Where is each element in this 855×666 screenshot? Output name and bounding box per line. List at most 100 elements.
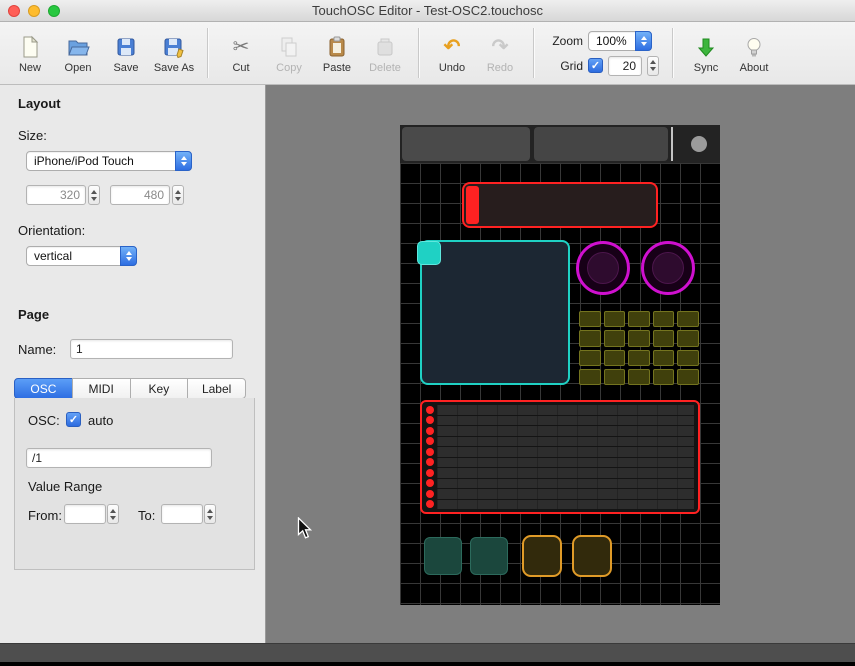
multitoggle-cell[interactable]: [579, 369, 601, 385]
range-from-stepper[interactable]: [107, 504, 119, 524]
multitoggle-grid[interactable]: [578, 310, 700, 386]
about-button[interactable]: About: [730, 26, 778, 80]
osc-address-input[interactable]: [26, 448, 212, 468]
push-button-control[interactable]: [424, 537, 462, 575]
multitoggle-cell[interactable]: [653, 330, 675, 346]
save-button[interactable]: Save: [102, 26, 150, 80]
layout-page-surface[interactable]: [400, 125, 720, 605]
save-as-icon: [162, 33, 186, 61]
grid-size-input[interactable]: [608, 56, 642, 76]
size-select[interactable]: iPhone/iPod Touch: [26, 151, 192, 171]
fader-dot[interactable]: [426, 479, 434, 487]
multitoggle-cell[interactable]: [604, 311, 626, 327]
page-tab-2[interactable]: [534, 127, 668, 161]
delete-icon: [373, 33, 397, 61]
page-indicator-dot[interactable]: [691, 136, 707, 152]
tab-osc[interactable]: OSC: [14, 378, 73, 399]
push-button-control[interactable]: [470, 537, 508, 575]
multifader-control[interactable]: [420, 400, 700, 514]
width-stepper[interactable]: [88, 185, 100, 205]
copy-button[interactable]: Copy: [265, 26, 313, 80]
multitoggle-cell[interactable]: [604, 369, 626, 385]
multitoggle-cell[interactable]: [628, 369, 650, 385]
multifader-row[interactable]: [426, 447, 694, 457]
multifader-row[interactable]: [426, 416, 694, 426]
multifader-row[interactable]: [426, 489, 694, 499]
multitoggle-cell[interactable]: [677, 350, 699, 366]
page-tab-1[interactable]: [402, 127, 530, 161]
rotary-knob-control[interactable]: [641, 241, 695, 295]
range-from-input[interactable]: [64, 504, 106, 524]
multifader-row[interactable]: [426, 437, 694, 447]
orientation-select[interactable]: vertical: [26, 246, 137, 266]
fader-dot[interactable]: [426, 416, 434, 424]
range-to-input[interactable]: [161, 504, 203, 524]
redo-button[interactable]: ↷ Redo: [476, 26, 524, 80]
width-input[interactable]: [26, 185, 86, 205]
fader-dot[interactable]: [426, 427, 434, 435]
multitoggle-cell[interactable]: [604, 330, 626, 346]
new-button[interactable]: New: [6, 26, 54, 80]
tab-label[interactable]: Label: [187, 378, 246, 399]
rotary-knob-control[interactable]: [576, 241, 630, 295]
orientation-select-value: vertical: [27, 249, 120, 263]
multitoggle-cell[interactable]: [628, 350, 650, 366]
multifader-row[interactable]: [426, 468, 694, 478]
tab-key[interactable]: Key: [130, 378, 189, 399]
multitoggle-cell[interactable]: [653, 369, 675, 385]
horizontal-fader-control[interactable]: [462, 182, 658, 228]
osc-auto-checkbox[interactable]: ✓: [66, 412, 81, 427]
paste-button[interactable]: Paste: [313, 26, 361, 80]
minimize-button[interactable]: [28, 5, 40, 17]
delete-button[interactable]: Delete: [361, 26, 409, 80]
grid-checkbox[interactable]: ✓: [588, 58, 603, 73]
grid-size-stepper[interactable]: [647, 56, 659, 76]
save-as-button[interactable]: Save As: [150, 26, 198, 80]
tab-midi[interactable]: MIDI: [72, 378, 131, 399]
page-tabs: OSC MIDI Key Label: [14, 378, 246, 399]
height-stepper[interactable]: [172, 185, 184, 205]
multitoggle-cell[interactable]: [579, 330, 601, 346]
range-to-label: To:: [138, 508, 155, 523]
fader-dot[interactable]: [426, 437, 434, 445]
multitoggle-cell[interactable]: [677, 311, 699, 327]
about-button-label: About: [740, 62, 769, 74]
fader-handle[interactable]: [466, 186, 479, 224]
close-button[interactable]: [8, 5, 20, 17]
multitoggle-cell[interactable]: [628, 330, 650, 346]
sync-button[interactable]: Sync: [682, 26, 730, 80]
multitoggle-cell[interactable]: [628, 311, 650, 327]
fader-dot[interactable]: [426, 448, 434, 456]
multifader-row[interactable]: [426, 479, 694, 489]
range-to-stepper[interactable]: [204, 504, 216, 524]
toggle-button-control[interactable]: [522, 535, 562, 577]
multitoggle-cell[interactable]: [677, 369, 699, 385]
fader-dot[interactable]: [426, 500, 434, 508]
fader-dot[interactable]: [426, 406, 434, 414]
page-name-input[interactable]: [70, 339, 233, 359]
fader-dot[interactable]: [426, 458, 434, 466]
multitoggle-cell[interactable]: [579, 350, 601, 366]
multitoggle-cell[interactable]: [579, 311, 601, 327]
multitoggle-cell[interactable]: [604, 350, 626, 366]
maximize-button[interactable]: [48, 5, 60, 17]
multifader-row[interactable]: [426, 426, 694, 436]
multifader-row[interactable]: [426, 405, 694, 415]
editor-canvas[interactable]: [266, 85, 855, 643]
fader-dot[interactable]: [426, 490, 434, 498]
height-input[interactable]: [110, 185, 170, 205]
zoom-select[interactable]: 100%: [588, 31, 652, 51]
cut-button[interactable]: ✂ Cut: [217, 26, 265, 80]
multitoggle-cell[interactable]: [677, 330, 699, 346]
multitoggle-cell[interactable]: [653, 350, 675, 366]
toggle-button-control[interactable]: [572, 535, 612, 577]
toggle-button-control[interactable]: [417, 241, 441, 265]
multifader-row[interactable]: [426, 500, 694, 510]
undo-button[interactable]: ↶ Undo: [428, 26, 476, 80]
xy-pad-control[interactable]: [420, 240, 570, 385]
multitoggle-cell[interactable]: [653, 311, 675, 327]
open-folder-icon: [66, 33, 90, 61]
open-button[interactable]: Open: [54, 26, 102, 80]
multifader-row[interactable]: [426, 458, 694, 468]
fader-dot[interactable]: [426, 469, 434, 477]
